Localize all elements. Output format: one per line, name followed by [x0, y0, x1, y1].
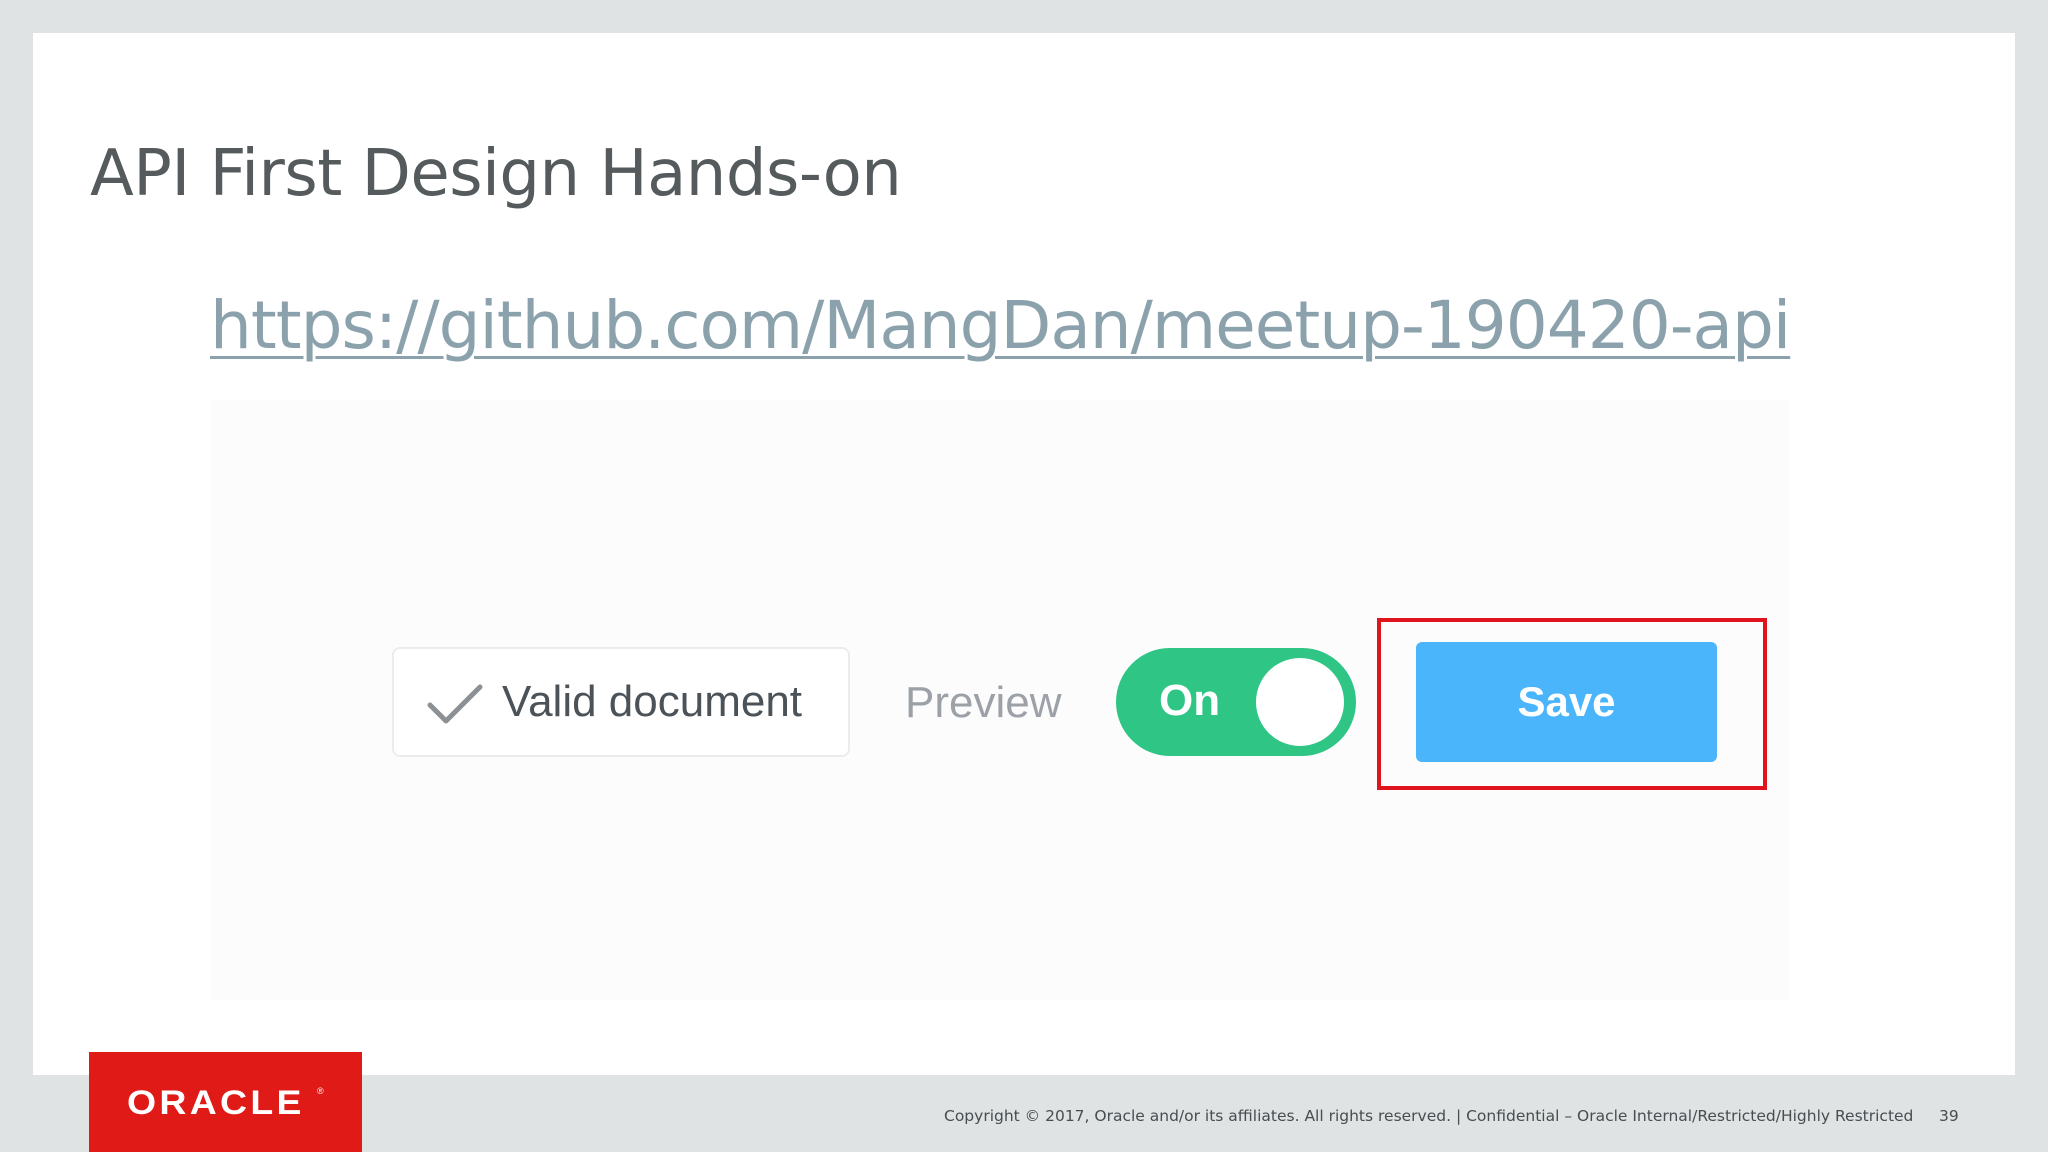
save-button[interactable]: Save	[1416, 642, 1717, 762]
slide-title: API First Design Hands-on	[90, 137, 902, 211]
check-icon	[426, 683, 486, 727]
preview-toggle-state: On	[1159, 676, 1221, 725]
page-number: 39	[1939, 1107, 1959, 1125]
github-repo-link[interactable]: https://github.com/MangDan/meetup-190420…	[210, 287, 1791, 364]
preview-label: Preview	[905, 678, 1062, 727]
toggle-knob[interactable]	[1256, 658, 1344, 746]
validation-status-label: Valid document	[502, 677, 803, 726]
footer-copyright: Copyright © 2017, Oracle and/or its affi…	[944, 1107, 1914, 1125]
validation-status-badge: Valid document	[392, 647, 850, 757]
registered-mark: ®	[317, 1086, 324, 1096]
oracle-logo: ORACLE ®	[89, 1052, 362, 1152]
oracle-logo-text: ORACLE	[127, 1084, 305, 1122]
preview-toggle[interactable]: On	[1116, 648, 1356, 756]
